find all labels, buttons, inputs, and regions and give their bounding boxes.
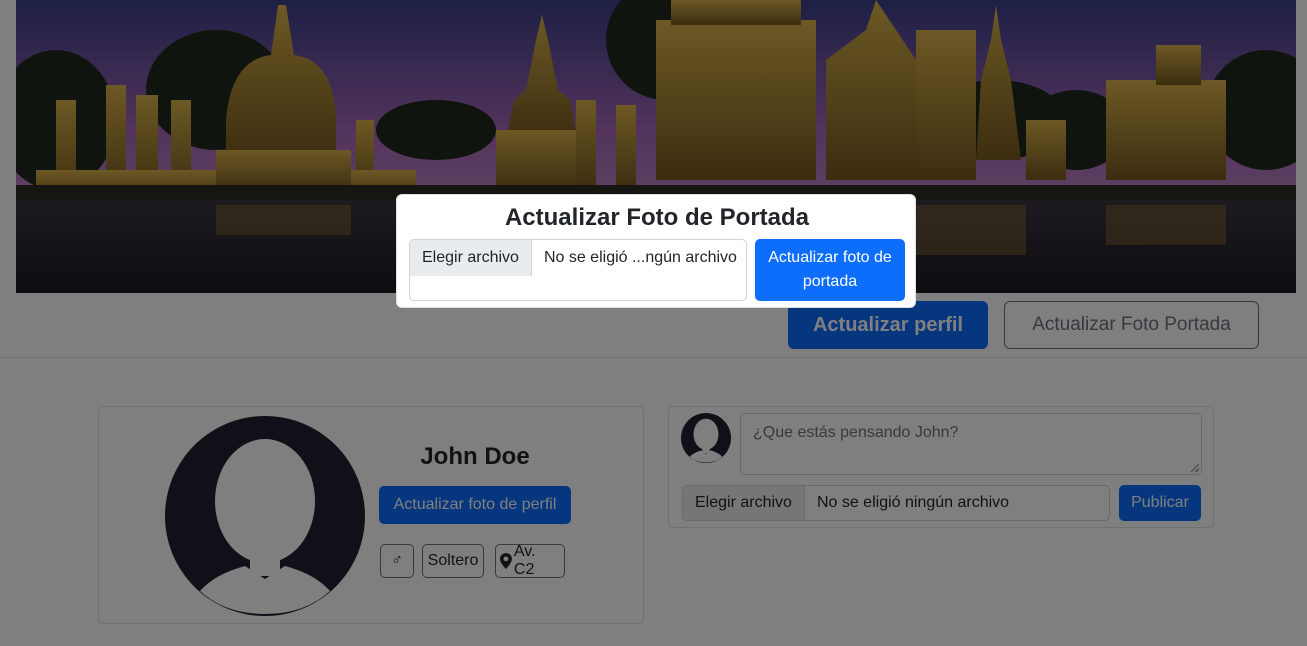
update-cover-modal: Actualizar Foto de Portada Elegir archiv… bbox=[396, 194, 916, 308]
modal-file-input[interactable]: Elegir archivo No se eligió ...ngún arch… bbox=[409, 239, 747, 301]
modal-title: Actualizar Foto de Portada bbox=[504, 204, 810, 231]
modal-file-name: No se eligió ...ngún archivo bbox=[543, 249, 737, 266]
profile-page: Actualizar perfil Actualizar Foto Portad… bbox=[0, 0, 1307, 646]
modal-choose-file-button[interactable]: Elegir archivo bbox=[410, 240, 532, 276]
modal-backdrop[interactable] bbox=[0, 0, 1307, 646]
submit-cover-photo-button[interactable]: Actualizar foto de portada bbox=[755, 239, 905, 301]
